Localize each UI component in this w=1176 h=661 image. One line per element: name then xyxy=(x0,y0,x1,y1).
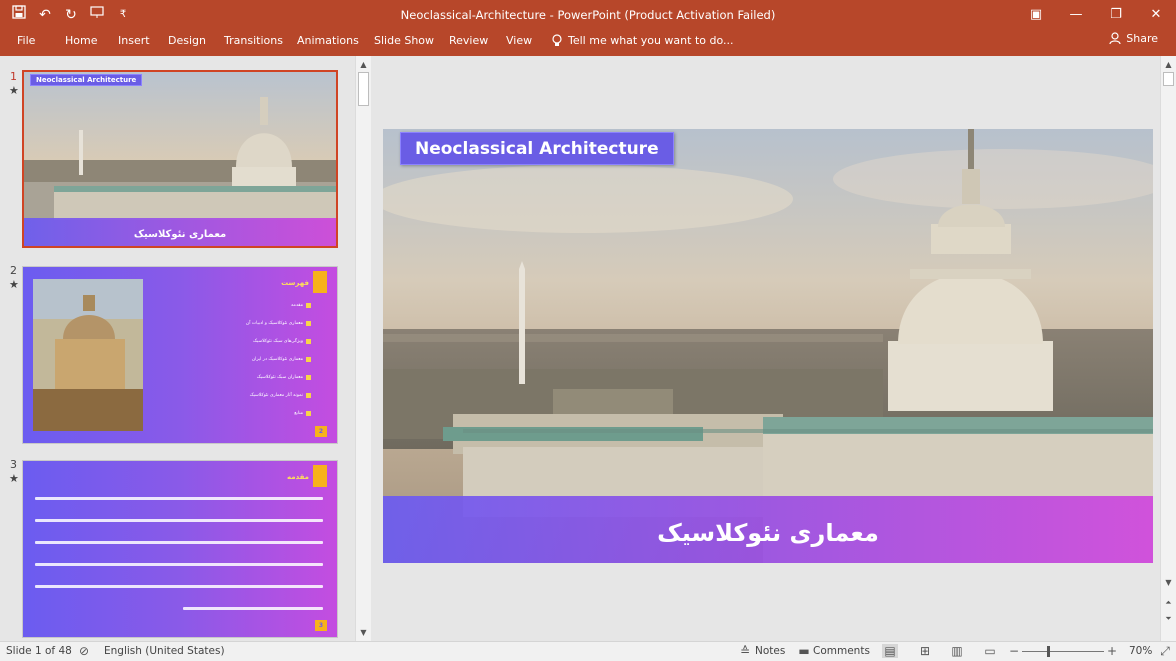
ribbon-display-icon[interactable]: ▣ xyxy=(1016,0,1056,30)
tab-insert[interactable]: Insert xyxy=(118,34,150,47)
slideshow-icon[interactable]: ▭ xyxy=(982,644,998,658)
slide-editor: Neoclassical Architecture معماری نئوکلاس… xyxy=(373,56,1160,641)
zoom-in-icon[interactable]: + xyxy=(1104,644,1120,658)
ribbon-tabs: File Home Insert Design Transitions Anim… xyxy=(0,30,1176,56)
slide-subtitle[interactable]: معماری نئوکلاسیک xyxy=(383,519,1153,547)
text-line xyxy=(35,541,323,544)
spell-check-icon[interactable]: ⊘ xyxy=(76,644,92,658)
tell-me-text: Tell me what you want to do... xyxy=(568,34,734,47)
thumbnail-number: 1 xyxy=(10,70,17,83)
comments-icon: ▬ xyxy=(798,644,810,658)
animation-star-icon: ★ xyxy=(9,472,19,485)
heading-marker xyxy=(313,465,327,487)
heading-marker xyxy=(313,271,327,293)
intro-heading: مقدمه xyxy=(287,473,309,481)
dome-photo xyxy=(33,279,143,431)
tab-view[interactable]: View xyxy=(506,34,532,47)
animation-star-icon: ★ xyxy=(9,278,19,291)
slide-thumbnail-pane: 1 ★ Neoclassical Architecture معماری نئو… xyxy=(0,56,356,641)
slide-thumbnail-2[interactable]: فهرست مقدمه معماری نئوکلاسیک و ادبیات آن… xyxy=(22,266,338,444)
text-line xyxy=(35,497,323,500)
slide-thumbnail-1[interactable]: Neoclassical Architecture معماری نئوکلاس… xyxy=(22,70,338,248)
toc-item: ویژگی‌های سبک نئوکلاسیک xyxy=(253,337,311,345)
scroll-up-icon[interactable]: ▲ xyxy=(356,58,371,72)
slide-thumbnail-3[interactable]: مقدمه 3 xyxy=(22,460,338,638)
person-icon xyxy=(1109,32,1121,48)
previous-slide-icon[interactable]: ⏶ xyxy=(1161,596,1176,610)
scroll-up-icon[interactable]: ▲ xyxy=(1161,58,1176,72)
language-indicator[interactable]: English (United States) xyxy=(104,645,225,657)
tab-design[interactable]: Design xyxy=(168,34,206,47)
editor-scrollbar[interactable]: ▲ ▼ ⏶ ⏷ xyxy=(1160,56,1176,641)
zoom-out-icon[interactable]: − xyxy=(1006,644,1022,658)
notes-icon: ≙ xyxy=(739,644,751,658)
reading-view-icon[interactable]: ▥ xyxy=(949,644,965,658)
scroll-thumb[interactable] xyxy=(358,72,369,106)
slide-sorter-icon[interactable]: ⊞ xyxy=(917,644,933,658)
thumbnail-number: 3 xyxy=(10,458,17,471)
zoom-slider-track[interactable] xyxy=(1022,651,1104,652)
toc-item: معماران سبک نئوکلاسیک xyxy=(257,373,311,381)
toc-item: منابع xyxy=(294,409,311,417)
page-number: 3 xyxy=(315,620,327,631)
thumbnail-number: 2 xyxy=(10,264,17,277)
text-line xyxy=(183,607,323,610)
close-icon[interactable]: ✕ xyxy=(1136,0,1176,30)
window-title: Neoclassical-Architecture - PowerPoint (… xyxy=(400,8,776,22)
window-controls: ▣ — ❐ ✕ xyxy=(1016,0,1176,30)
text-line xyxy=(35,519,323,522)
zoom-level[interactable]: 70% xyxy=(1129,645,1152,657)
tell-me-box[interactable]: Tell me what you want to do... xyxy=(552,34,734,50)
page-number: 2 xyxy=(315,426,327,437)
tab-review[interactable]: Review xyxy=(449,34,488,47)
toc-item: معماری نئوکلاسیک و ادبیات آن xyxy=(246,319,311,327)
status-bar: Slide 1 of 48 ⊘ English (United States) … xyxy=(0,641,1176,661)
normal-view-icon[interactable]: ▤ xyxy=(882,644,898,658)
title-bar: ↶ ↻ ₹ Neoclassical-Architecture - PowerP… xyxy=(0,0,1176,30)
scroll-down-icon[interactable]: ▼ xyxy=(356,626,371,640)
zoom-slider-handle[interactable] xyxy=(1047,646,1050,657)
fit-to-window-icon[interactable]: ⤢ xyxy=(1157,644,1173,658)
thumbnail-title-box: Neoclassical Architecture xyxy=(30,74,143,86)
text-line xyxy=(35,585,323,588)
toc-item: نمونه آثار معماری نئوکلاسیک xyxy=(250,391,311,399)
slide-title[interactable]: Neoclassical Architecture xyxy=(400,132,674,165)
toc-item: معماری نئوکلاسیک در ایران xyxy=(252,355,311,363)
tab-home[interactable]: Home xyxy=(65,34,97,47)
scroll-thumb[interactable] xyxy=(1163,72,1174,86)
slide-counter: Slide 1 of 48 xyxy=(6,645,72,657)
thumbnail-subtitle: معماری نئوکلاسیک xyxy=(133,229,227,240)
tab-slide-show[interactable]: Slide Show xyxy=(374,34,434,47)
tab-file[interactable]: File xyxy=(17,34,35,47)
toc-heading: فهرست xyxy=(281,279,309,287)
share-label: Share xyxy=(1126,32,1158,45)
notes-button[interactable]: Notes xyxy=(755,645,785,657)
gradient-background xyxy=(23,461,337,637)
tab-animations[interactable]: Animations xyxy=(297,34,359,47)
text-line xyxy=(35,563,323,566)
animation-star-icon: ★ xyxy=(9,84,19,97)
scroll-down-icon[interactable]: ▼ xyxy=(1161,576,1176,590)
tab-transitions[interactable]: Transitions xyxy=(224,34,283,47)
thumbnail-scrollbar[interactable]: ▲ ▼ xyxy=(355,56,371,641)
minimize-icon[interactable]: — xyxy=(1056,0,1096,30)
toc-item: مقدمه xyxy=(291,301,311,309)
share-button[interactable]: Share xyxy=(1109,32,1158,48)
next-slide-icon[interactable]: ⏷ xyxy=(1161,612,1176,626)
maximize-icon[interactable]: ❐ xyxy=(1096,0,1136,30)
lightbulb-icon xyxy=(552,34,562,50)
current-slide[interactable]: Neoclassical Architecture معماری نئوکلاس… xyxy=(383,129,1153,563)
comments-button[interactable]: Comments xyxy=(813,645,870,657)
